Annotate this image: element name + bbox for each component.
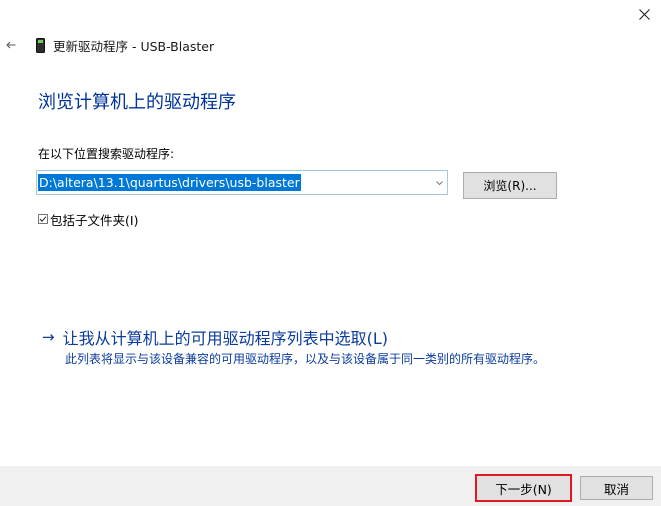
window-title: 更新驱动程序 - USB-Blaster	[53, 38, 215, 54]
driver-path-input[interactable]: D:\altera\13.1\quartus\drivers\usb-blast…	[38, 174, 301, 191]
browse-button[interactable]: 浏览(R)...	[463, 172, 557, 199]
pick-from-list-description: 此列表将显示与该设备兼容的可用驱动程序，以及与该设备属于同一类别的所有驱动程序。	[65, 352, 546, 366]
driver-path-combobox[interactable]: D:\altera\13.1\quartus\drivers\usb-blast…	[36, 170, 448, 195]
window-title-bar: 更新驱动程序 - USB-Blaster	[36, 36, 214, 54]
include-subfolders-checkbox[interactable]	[38, 214, 48, 224]
next-button[interactable]: 下一步(N)	[475, 474, 572, 502]
close-button[interactable]	[628, 0, 661, 28]
back-button[interactable]	[0, 34, 22, 56]
cancel-button[interactable]: 取消	[580, 476, 653, 500]
pick-from-list-link[interactable]: → 让我从计算机上的可用驱动程序列表中选取(L)	[42, 326, 388, 348]
chevron-down-icon[interactable]	[433, 175, 445, 190]
back-arrow-icon	[6, 41, 16, 49]
search-location-label: 在以下位置搜索驱动程序:	[38, 147, 175, 161]
page-title: 浏览计算机上的驱动程序	[38, 92, 236, 113]
pick-from-list-link-text[interactable]: 让我从计算机上的可用驱动程序列表中选取(L)	[63, 325, 388, 349]
close-icon	[639, 8, 650, 20]
usb-device-icon	[36, 37, 45, 53]
include-subfolders-label: 包括子文件夹(I)	[50, 212, 139, 228]
arrow-right-icon: →	[42, 328, 55, 346]
include-subfolders-option[interactable]: 包括子文件夹(I)	[38, 211, 139, 228]
